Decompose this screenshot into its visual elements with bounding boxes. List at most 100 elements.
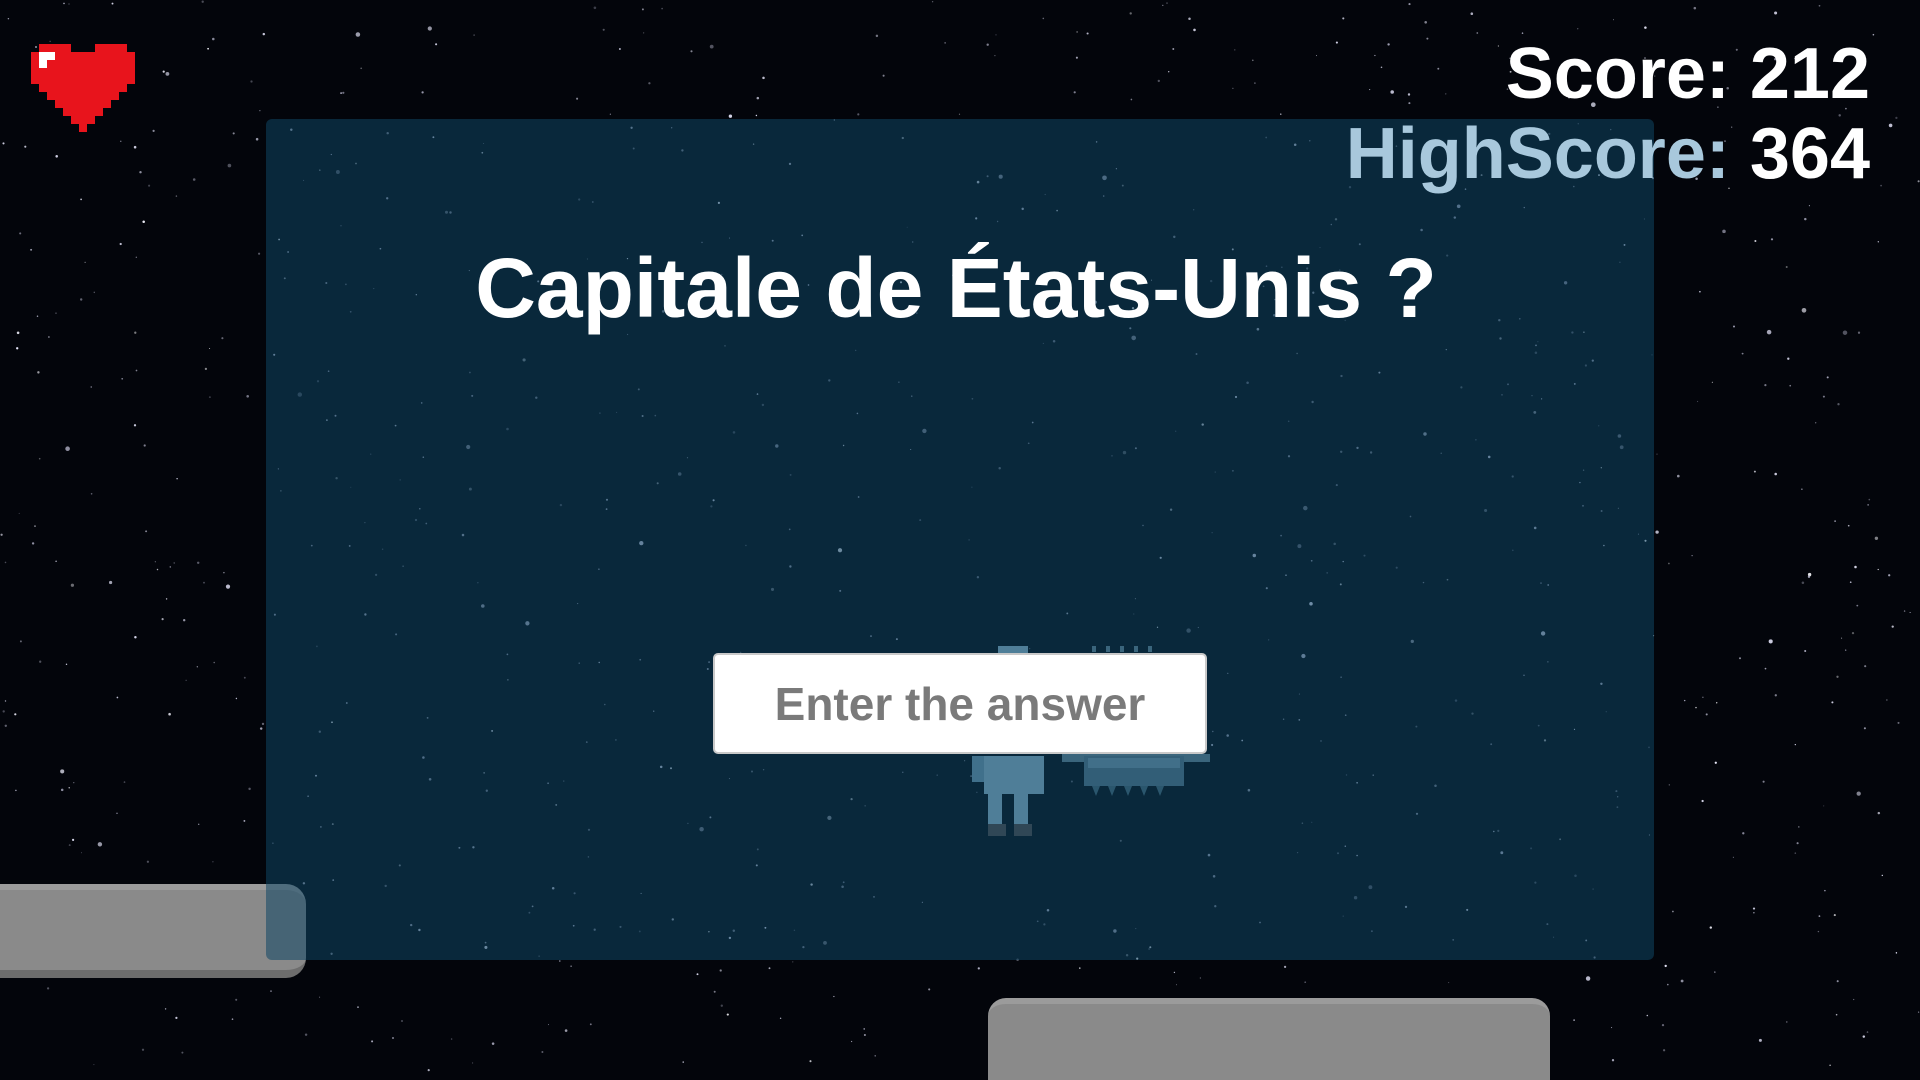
star [541, 1051, 544, 1053]
star [875, 34, 879, 38]
star [1079, 967, 1081, 969]
star [1695, 706, 1697, 709]
star [1801, 307, 1807, 313]
star [874, 1055, 876, 1057]
star [779, 1017, 782, 1019]
platform-left [0, 884, 306, 978]
star [1672, 910, 1674, 913]
star [1837, 403, 1840, 406]
star [986, 43, 989, 46]
star [1342, 17, 1345, 20]
star [90, 492, 93, 495]
star [958, 113, 961, 115]
star [156, 568, 159, 571]
star [1573, 1019, 1575, 1021]
star [165, 72, 170, 76]
star [1335, 41, 1338, 44]
star [357, 1006, 359, 1008]
star [176, 478, 178, 480]
star [1836, 980, 1839, 983]
star [198, 823, 200, 825]
star [259, 727, 263, 730]
star [93, 291, 96, 294]
star [37, 371, 40, 374]
star [1754, 239, 1757, 243]
star [473, 34, 475, 36]
star [1818, 4, 1821, 7]
star [1448, 982, 1450, 984]
star [1693, 6, 1697, 10]
star [1073, 91, 1076, 94]
star [391, 1036, 395, 1040]
star [259, 110, 261, 112]
star [1476, 32, 1479, 34]
star [1764, 384, 1767, 387]
star [164, 1008, 167, 1010]
star [225, 584, 231, 589]
star [1664, 964, 1667, 968]
star [1877, 241, 1879, 243]
star [1612, 19, 1615, 21]
star [1786, 1021, 1788, 1023]
score-value: 212 [1749, 34, 1870, 114]
star [38, 457, 41, 460]
star [261, 722, 265, 726]
star [65, 446, 70, 452]
star [1785, 265, 1788, 269]
star [175, 195, 178, 197]
star [1668, 562, 1670, 565]
star [1847, 524, 1850, 527]
star [1199, 977, 1201, 979]
star [68, 3, 70, 5]
star [863, 1028, 865, 1030]
star [134, 635, 137, 639]
star [1774, 694, 1777, 697]
star [1762, 780, 1765, 783]
star [1426, 37, 1429, 40]
star [1644, 26, 1647, 29]
star [1874, 536, 1879, 540]
star [154, 561, 156, 563]
star [196, 666, 198, 668]
star [133, 424, 137, 427]
star [204, 367, 208, 371]
star [1752, 907, 1756, 910]
star [1909, 611, 1911, 614]
star [18, 512, 20, 514]
answer-input[interactable] [713, 653, 1207, 754]
star [1157, 79, 1160, 83]
star [84, 261, 86, 263]
star [1833, 914, 1836, 917]
star [1162, 4, 1164, 7]
star [427, 26, 432, 31]
star [116, 696, 119, 699]
star [139, 170, 142, 174]
star [175, 1016, 178, 1020]
star [255, 137, 259, 141]
star [31, 542, 35, 545]
platform-bottom [988, 998, 1550, 1080]
star [304, 1033, 308, 1036]
star [1661, 1023, 1665, 1027]
star [1857, 331, 1861, 334]
star [371, 1040, 374, 1043]
star [1768, 639, 1773, 644]
star [1714, 761, 1717, 764]
star [1667, 983, 1669, 986]
star [1697, 400, 1699, 403]
star [209, 348, 211, 349]
star [48, 336, 50, 338]
star [1851, 631, 1855, 635]
star [1172, 48, 1175, 50]
star [1741, 352, 1744, 355]
star [121, 377, 124, 380]
star [641, 8, 644, 11]
star [2, 710, 5, 713]
star [1232, 87, 1234, 89]
star [882, 74, 885, 77]
star [1823, 805, 1825, 807]
star [1086, 32, 1089, 35]
star [1702, 696, 1704, 699]
star [1849, 581, 1852, 584]
star [1758, 1038, 1762, 1042]
